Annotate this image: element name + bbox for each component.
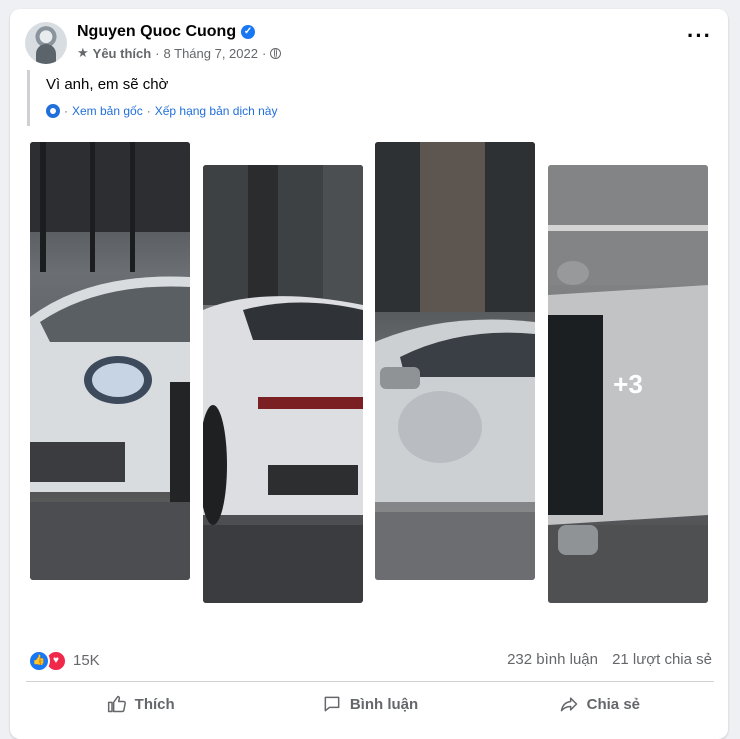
car-front-image bbox=[30, 142, 190, 580]
reaction-count[interactable]: 15K bbox=[73, 652, 100, 669]
post-text: Vì anh, em sẽ chờ bbox=[46, 76, 169, 93]
author-avatar[interactable] bbox=[25, 22, 67, 64]
quote-bar bbox=[27, 70, 30, 126]
comment-label: Bình luận bbox=[349, 695, 419, 713]
gear-icon[interactable] bbox=[46, 104, 60, 118]
globe-icon[interactable] bbox=[270, 47, 282, 59]
share-button[interactable]: Chia sẻ bbox=[485, 686, 714, 722]
post-photo-2[interactable] bbox=[203, 165, 363, 603]
favorite-label: Yêu thích bbox=[92, 45, 152, 61]
verified-badge-icon: ✓ bbox=[241, 25, 256, 39]
reaction-icons[interactable]: 👍 ♥ bbox=[28, 650, 67, 672]
comment-count[interactable]: 232 bình luận bbox=[507, 651, 598, 668]
like-reaction-icon: 👍 bbox=[28, 650, 50, 672]
author-name[interactable]: Nguyen Quoc Cuong bbox=[77, 23, 236, 41]
translate-separator: · bbox=[64, 104, 68, 118]
actions-divider bbox=[26, 681, 714, 682]
translate-separator: · bbox=[146, 104, 151, 118]
translation-row: · Xem bản gốc · Xếp hạng bản dịch này bbox=[46, 104, 277, 118]
more-options-icon[interactable]: ··· bbox=[687, 25, 712, 47]
car-rear-image bbox=[203, 165, 363, 603]
post-photo-4[interactable]: +3 bbox=[548, 165, 708, 603]
rate-translation-link[interactable]: Xếp hạng bản dịch này bbox=[155, 104, 278, 118]
thumbs-up-icon bbox=[107, 695, 126, 713]
post-stats: 👍 ♥ 15K 232 bình luận 21 lượt chia sẻ bbox=[28, 648, 714, 672]
post-actions: Thích Bình luận Chia sẻ bbox=[26, 686, 714, 722]
see-original-link[interactable]: Xem bản gốc bbox=[72, 104, 143, 118]
meta-separator: · bbox=[261, 45, 267, 61]
meta-separator: · bbox=[155, 45, 160, 61]
share-count[interactable]: 21 lượt chia sẻ bbox=[612, 651, 712, 668]
post-photo-3[interactable] bbox=[375, 142, 535, 580]
comment-icon bbox=[324, 696, 340, 712]
share-icon bbox=[560, 697, 577, 712]
post-photo-1[interactable] bbox=[30, 142, 190, 580]
author-row: Nguyen Quoc Cuong ✓ bbox=[77, 23, 256, 41]
post-meta: ★ Yêu thích · 8 Tháng 7, 2022 · bbox=[77, 45, 282, 61]
like-button[interactable]: Thích bbox=[26, 686, 255, 722]
post-date[interactable]: 8 Tháng 7, 2022 bbox=[164, 46, 258, 61]
car-side-image bbox=[375, 142, 535, 580]
star-icon: ★ bbox=[77, 45, 89, 60]
share-label: Chia sẻ bbox=[586, 695, 640, 713]
like-label: Thích bbox=[134, 695, 175, 713]
comment-button[interactable]: Bình luận bbox=[255, 686, 484, 722]
more-photos-count[interactable]: +3 bbox=[548, 165, 708, 603]
